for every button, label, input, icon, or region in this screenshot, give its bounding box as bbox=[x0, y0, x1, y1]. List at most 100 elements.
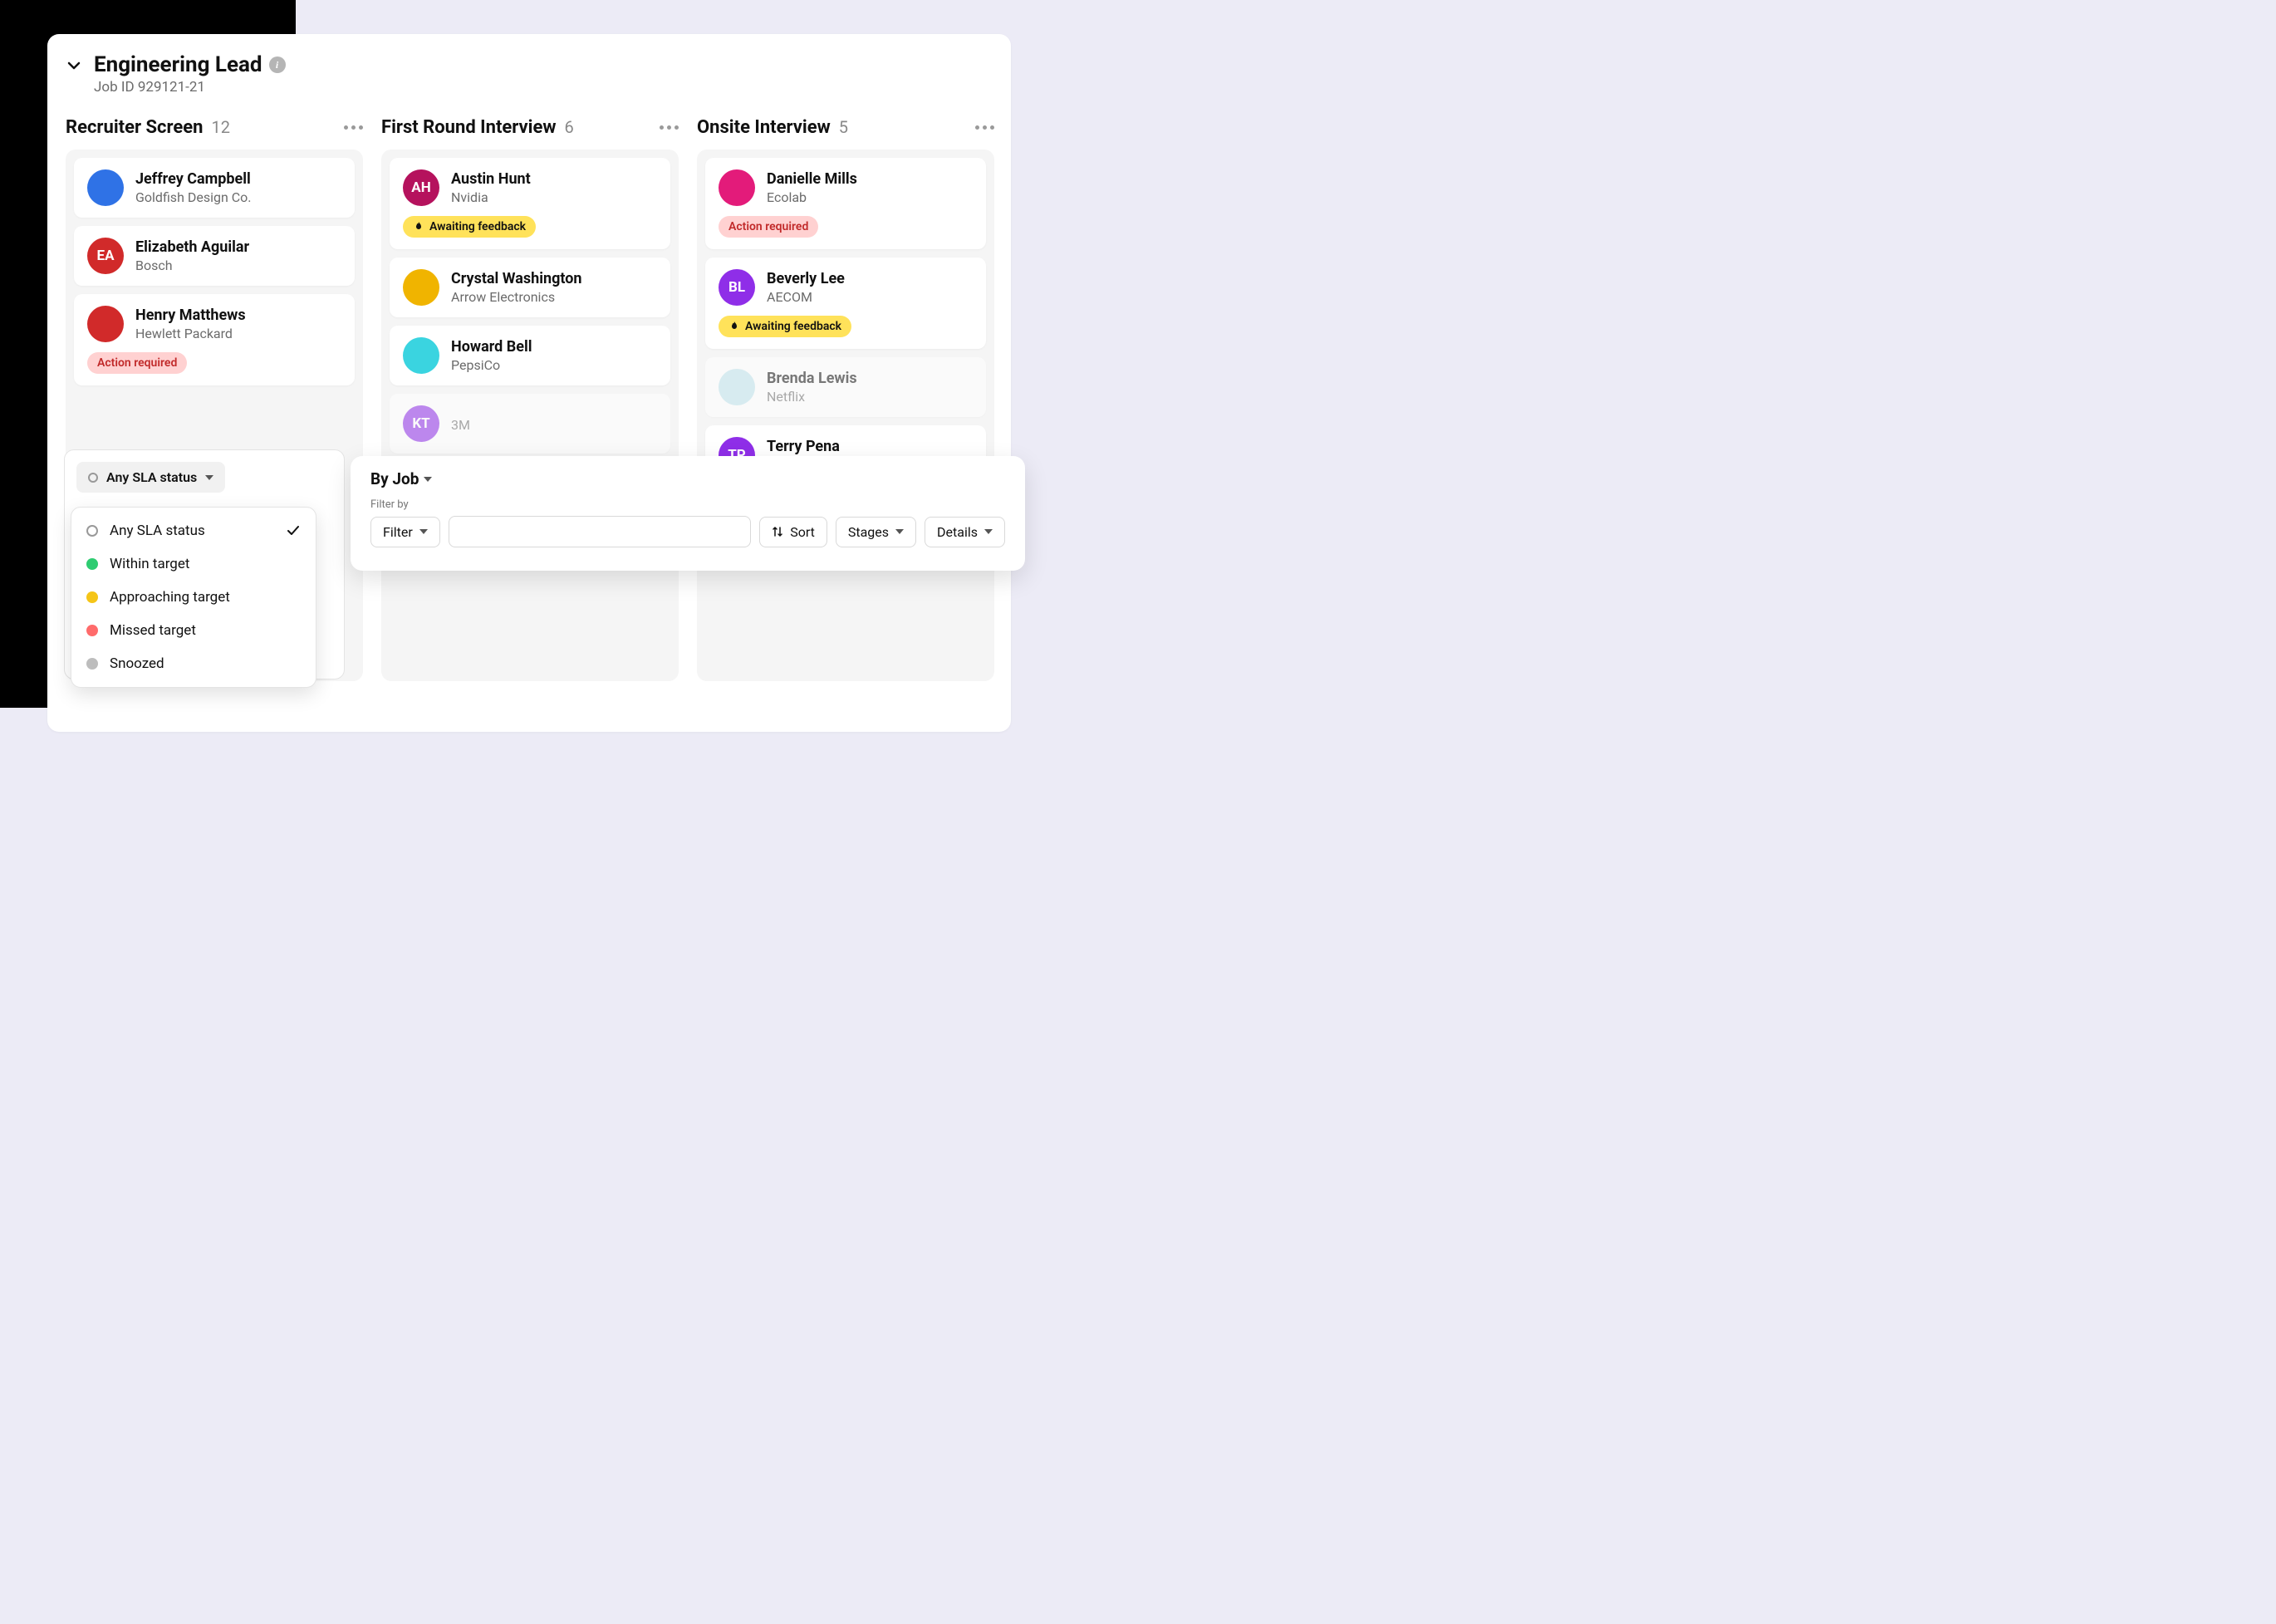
column-header: First Round Interview6 bbox=[381, 117, 679, 138]
filter-controls-row: Filter Sort Stages Details bbox=[370, 516, 1005, 547]
avatar: KT bbox=[403, 405, 439, 442]
status-dot-icon bbox=[86, 558, 98, 570]
avatar bbox=[403, 269, 439, 306]
status-dot-icon bbox=[86, 525, 98, 537]
badge-text: Awaiting feedback bbox=[745, 320, 841, 333]
filter-by-label: Filter by bbox=[370, 498, 1005, 511]
sla-menu-item[interactable]: Within target bbox=[71, 547, 316, 581]
job-header: Engineering Lead i Job ID 929121-21 bbox=[66, 52, 993, 96]
caret-down-icon bbox=[984, 529, 993, 534]
avatar bbox=[403, 337, 439, 374]
more-icon[interactable] bbox=[344, 125, 363, 130]
sla-menu-item[interactable]: Snoozed bbox=[71, 647, 316, 680]
candidate-card[interactable]: AHAustin HuntNvidiaAwaiting feedback bbox=[390, 158, 670, 249]
column-count: 12 bbox=[211, 117, 229, 137]
avatar: AH bbox=[403, 169, 439, 206]
column-body: AHAustin HuntNvidiaAwaiting feedbackCrys… bbox=[381, 150, 679, 681]
sla-item-label: Within target bbox=[110, 556, 189, 572]
avatar bbox=[719, 169, 755, 206]
candidate-card[interactable]: Danielle MillsEcolabAction required bbox=[705, 158, 986, 249]
sla-status-button[interactable]: Any SLA status bbox=[76, 462, 225, 493]
caret-down-icon bbox=[419, 529, 428, 534]
stages-button[interactable]: Stages bbox=[836, 517, 916, 547]
sort-icon bbox=[772, 526, 783, 537]
status-badge: Action required bbox=[719, 216, 818, 238]
candidate-card[interactable]: Henry MatthewsHewlett Packard Action requ… bbox=[74, 294, 355, 385]
avatar: EA bbox=[87, 238, 124, 274]
more-icon[interactable] bbox=[660, 125, 679, 130]
candidate-company: AECOM bbox=[767, 289, 845, 305]
status-badge: Awaiting feedback bbox=[403, 216, 536, 238]
avatar bbox=[87, 169, 124, 206]
column-title: First Round Interview bbox=[381, 117, 557, 138]
sort-button[interactable]: Sort bbox=[759, 517, 827, 547]
column-header: Recruiter Screen 12 bbox=[66, 117, 363, 138]
column-title: Recruiter Screen bbox=[66, 117, 203, 138]
candidate-company: Arrow Electronics bbox=[451, 289, 581, 305]
candidate-company: 3M bbox=[451, 417, 470, 433]
sla-menu-item[interactable]: Any SLA status bbox=[71, 514, 316, 547]
search-input[interactable] bbox=[449, 516, 751, 547]
circle-icon bbox=[88, 473, 98, 483]
candidate-company: Hewlett Packard bbox=[135, 326, 246, 341]
candidate-name: Elizabeth Aguilar bbox=[135, 238, 249, 257]
candidate-name: Brenda Lewis bbox=[767, 370, 857, 388]
candidate-card[interactable]: KT 3M bbox=[390, 394, 670, 454]
candidate-card[interactable]: Jeffrey CampbellGoldfish Design Co. bbox=[74, 158, 355, 218]
info-icon[interactable]: i bbox=[269, 56, 286, 73]
avatar: BL bbox=[719, 269, 755, 306]
caret-down-icon bbox=[895, 529, 904, 534]
candidate-company: Netflix bbox=[767, 389, 857, 405]
details-button-label: Details bbox=[937, 524, 978, 540]
flame-icon bbox=[413, 221, 424, 233]
filter-button-label: Filter bbox=[383, 524, 413, 540]
column-count: 5 bbox=[839, 117, 848, 137]
candidate-name: Howard Bell bbox=[451, 338, 532, 356]
pipeline-column: Onsite Interview 5 Danielle MillsEcolabAct… bbox=[697, 117, 994, 681]
by-job-label: By Job bbox=[370, 469, 419, 488]
status-dot-icon bbox=[86, 625, 98, 636]
caret-down-icon bbox=[424, 477, 432, 482]
candidate-name: Terry Pena bbox=[767, 438, 866, 456]
badge-text: Action required bbox=[728, 220, 808, 233]
candidate-company: Goldfish Design Co. bbox=[135, 189, 252, 205]
caret-down-icon bbox=[205, 475, 213, 480]
candidate-card[interactable]: Brenda LewisNetflix bbox=[705, 357, 986, 417]
avatar bbox=[87, 306, 124, 342]
candidate-card[interactable]: EA Elizabeth AguilarBosch bbox=[74, 226, 355, 286]
status-dot-icon bbox=[86, 591, 98, 603]
sla-item-label: Missed target bbox=[110, 622, 196, 639]
badge-text: Action required bbox=[97, 356, 177, 370]
sla-menu-item[interactable]: Approaching target bbox=[71, 581, 316, 614]
sla-menu-item[interactable]: Missed target bbox=[71, 614, 316, 647]
stages-button-label: Stages bbox=[848, 524, 889, 540]
job-title-text: Engineering Lead bbox=[94, 52, 262, 77]
candidate-name: Beverly Lee bbox=[767, 270, 845, 288]
column-title: Onsite Interview bbox=[697, 117, 831, 138]
by-job-dropdown[interactable]: By Job bbox=[370, 469, 1005, 488]
pipeline-column: First Round Interview6AHAustin HuntNvidi… bbox=[381, 117, 679, 681]
status-badge: Action required bbox=[87, 352, 187, 374]
column-body: Danielle MillsEcolabAction required BL Bev… bbox=[697, 150, 994, 681]
candidate-name: Danielle Mills bbox=[767, 170, 857, 189]
candidate-company: Bosch bbox=[135, 258, 249, 273]
more-icon[interactable] bbox=[975, 125, 994, 130]
candidate-card[interactable]: Crystal WashingtonArrow Electronics bbox=[390, 258, 670, 317]
candidate-name: Henry Matthews bbox=[135, 307, 246, 325]
badge-text: Awaiting feedback bbox=[429, 220, 526, 233]
sla-item-label: Snoozed bbox=[110, 655, 164, 672]
candidate-company: PepsiCo bbox=[451, 357, 532, 373]
details-button[interactable]: Details bbox=[925, 517, 1005, 547]
filter-button[interactable]: Filter bbox=[370, 517, 440, 547]
candidate-card[interactable]: Howard BellPepsiCo bbox=[390, 326, 670, 385]
candidate-card[interactable]: BL Beverly LeeAECOM Awaiting feedback bbox=[705, 258, 986, 349]
check-icon bbox=[286, 523, 301, 538]
sla-item-label: Approaching target bbox=[110, 589, 230, 606]
status-badge: Awaiting feedback bbox=[719, 316, 851, 337]
column-header: Onsite Interview 5 bbox=[697, 117, 994, 138]
candidate-name: Austin Hunt bbox=[451, 170, 531, 189]
status-dot-icon bbox=[86, 658, 98, 670]
chevron-down-icon[interactable] bbox=[66, 57, 82, 74]
sort-button-label: Sort bbox=[790, 524, 815, 540]
candidate-name: Jeffrey Campbell bbox=[135, 170, 252, 189]
